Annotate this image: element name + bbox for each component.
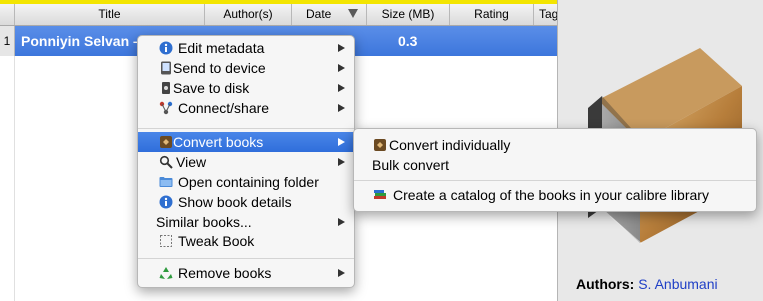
magnifier-icon — [159, 155, 173, 169]
menu-item-label: Save to disk — [173, 80, 250, 96]
network-icon — [159, 101, 173, 115]
column-tags[interactable]: Tag — [534, 4, 558, 25]
menu-item-label: Bulk convert — [372, 157, 450, 173]
column-size[interactable]: Size (MB) — [367, 4, 450, 25]
submenu-arrow-icon — [338, 138, 345, 146]
row-number[interactable]: 1 — [0, 26, 15, 56]
submenu-arrow-icon — [338, 158, 345, 166]
menu-item-label: Convert individually — [389, 137, 511, 153]
info-icon — [159, 195, 173, 209]
column-authors[interactable]: Author(s) — [205, 4, 292, 25]
menu-item-show-book-details[interactable]: Show book details — [138, 192, 354, 212]
column-date[interactable]: Date — [292, 4, 367, 25]
tweak-icon — [160, 235, 172, 247]
row-number-divider — [14, 56, 15, 301]
menu-item-label: Create a catalog of the books in your ca… — [393, 187, 709, 203]
recycle-icon — [159, 267, 173, 279]
submenu-item-create-catalog[interactable]: Create a catalog of the books in your ca… — [354, 185, 756, 205]
menu-item-similar-books[interactable]: Similar books... — [138, 212, 354, 232]
menu-item-label: Convert books — [173, 134, 264, 150]
submenu-arrow-icon — [338, 44, 345, 52]
folder-icon — [159, 177, 173, 187]
submenu-arrow-icon — [338, 218, 345, 226]
menu-item-label: Show book details — [178, 194, 292, 210]
menu-item-label: Similar books... — [156, 214, 252, 230]
menu-item-label: Tweak Book — [178, 233, 255, 249]
submenu-arrow-icon — [338, 104, 345, 112]
device-icon — [161, 61, 171, 75]
submenu-arrow-icon — [338, 84, 345, 92]
column-title[interactable]: Title — [15, 4, 205, 25]
convert-icon — [374, 139, 386, 151]
menu-item-label: Remove books — [178, 265, 272, 281]
submenu-item-convert-individually[interactable]: Convert individually — [354, 135, 756, 155]
menu-item-tweak-book[interactable]: Tweak Book — [138, 231, 354, 251]
authors-field: Authors: S. Anbumani — [576, 276, 718, 292]
menu-item-label: View — [176, 154, 207, 170]
menu-separator — [138, 258, 354, 259]
authors-label: Authors: — [576, 276, 635, 292]
menu-item-label: Send to device — [173, 60, 266, 76]
menu-item-label: Edit metadata — [178, 40, 265, 56]
column-date-label: Date — [306, 7, 332, 21]
info-icon — [159, 41, 173, 55]
disk-icon — [162, 82, 170, 94]
menu-separator — [138, 128, 354, 129]
menu-item-edit-metadata[interactable]: Edit metadata — [138, 38, 354, 58]
menu-item-label: Open containing folder — [178, 174, 319, 190]
author-link[interactable]: S. Anbumani — [638, 276, 717, 292]
convert-submenu: Convert individually Bulk convert Create… — [353, 128, 757, 212]
convert-icon — [160, 136, 172, 148]
menu-item-send-to-device[interactable]: Send to device — [138, 58, 354, 78]
menu-item-view[interactable]: View — [138, 152, 354, 172]
submenu-arrow-icon — [338, 269, 345, 277]
cell-size: 0.3 — [398, 33, 418, 49]
cell-title: Ponniyin Selvan – P — [21, 33, 155, 49]
context-menu: Edit metadata Send to device Save to dis… — [137, 35, 355, 288]
submenu-arrow-icon — [338, 64, 345, 72]
submenu-item-bulk-convert[interactable]: Bulk convert — [354, 155, 756, 175]
sort-descending-icon — [348, 9, 358, 18]
menu-item-save-to-disk[interactable]: Save to disk — [138, 78, 354, 98]
table-header: Title Author(s) Date Size (MB) Rating Ta… — [0, 4, 558, 26]
menu-item-connect-share[interactable]: Connect/share — [138, 98, 354, 118]
menu-item-label: Connect/share — [178, 100, 270, 116]
column-rating[interactable]: Rating — [450, 4, 534, 25]
books-icon — [374, 190, 386, 199]
menu-item-open-containing-folder[interactable]: Open containing folder — [138, 172, 354, 192]
menu-separator — [354, 180, 756, 181]
header-corner — [0, 4, 15, 25]
menu-item-remove-books[interactable]: Remove books — [138, 263, 354, 283]
menu-item-convert-books[interactable]: Convert books — [138, 132, 354, 152]
